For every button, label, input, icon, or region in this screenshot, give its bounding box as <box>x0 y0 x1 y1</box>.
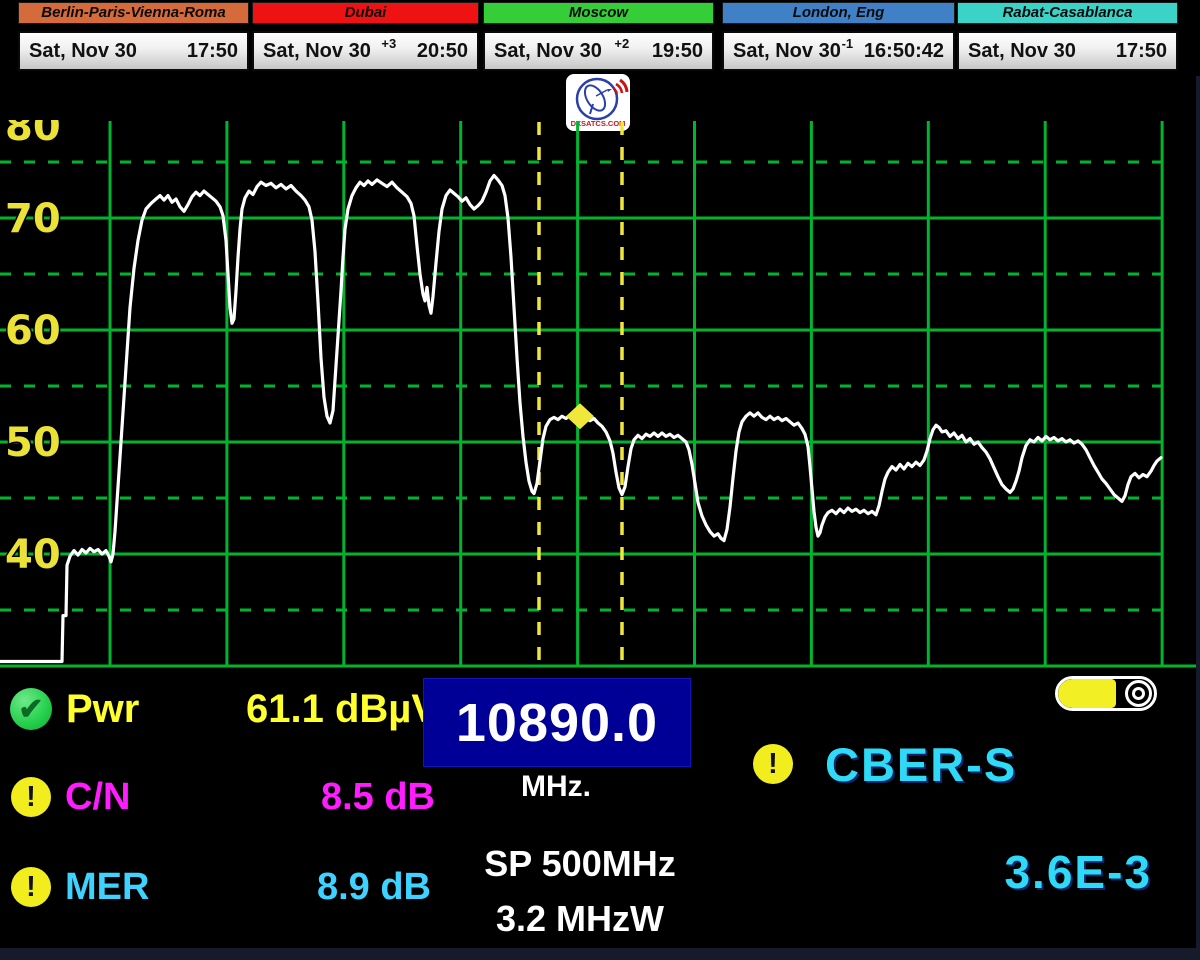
horizontal-gridlines <box>0 120 1200 666</box>
mer-label: MER <box>65 866 149 909</box>
clock-datetime: Sat, Nov 30 17:50 <box>18 31 249 71</box>
cn-row: ! C/N 8.5 dB <box>11 776 435 818</box>
satellite-meter-screen: Berlin-Paris-Vienna-Roma Sat, Nov 30 17:50… <box>0 0 1200 960</box>
pwr-row: ✔ Pwr 61.1 dBµV <box>10 686 438 732</box>
clock-1: Berlin-Paris-Vienna-Roma Sat, Nov 30 17:50 <box>18 2 249 70</box>
vertical-gridlines <box>110 121 1162 666</box>
y-axis-tick-label: 50 <box>5 420 61 466</box>
marker-diamond-icon <box>566 403 594 429</box>
clock-time: 16:50:42 <box>854 40 944 63</box>
clock-utc-offset: -1 <box>842 36 854 51</box>
cn-value: 8.5 dB <box>321 776 435 818</box>
clock-date: Sat, Nov 30 <box>29 40 137 63</box>
clock-3: Moscow Sat, Nov 30 +2 19:50 <box>483 2 714 70</box>
frequency-unit-label: MHz. <box>423 770 689 804</box>
frequency-marker-lines <box>539 122 622 666</box>
clock-4: London, Eng Sat, Nov 30-116:50:42 <box>722 2 955 70</box>
bandwidth-label: 3.2 MHzW <box>430 898 730 940</box>
clock-city-label: Dubai <box>252 2 479 24</box>
span-label: SP 500MHz <box>430 843 730 885</box>
warning-icon: ! <box>753 744 793 784</box>
pwr-label: Pwr <box>66 687 139 732</box>
y-axis-labels: 80 70 60 50 40 <box>5 120 61 578</box>
cn-label: C/N <box>65 776 130 819</box>
right-edge-strip <box>1196 76 1200 948</box>
clock-time: 17:50 <box>1106 40 1167 63</box>
check-circle-icon: ✔ <box>10 688 52 730</box>
clock-datetime: Sat, Nov 30 +2 19:50 <box>483 31 714 71</box>
clock-city-label: London, Eng <box>722 2 955 24</box>
mer-row: ! MER 8.9 dB <box>11 866 431 908</box>
clock-city-label: Berlin-Paris-Vienna-Roma <box>18 2 249 24</box>
center-frequency-display[interactable]: 10890.0 <box>423 678 691 767</box>
y-axis-tick-label: 80 <box>5 120 61 150</box>
battery-toggle[interactable] <box>1055 676 1157 711</box>
clock-date: Sat, Nov 30 <box>263 40 371 63</box>
pwr-value: 61.1 dBµV <box>246 686 438 732</box>
warning-icon: ! <box>11 867 51 907</box>
clock-time: 19:50 <box>642 40 703 63</box>
cber-label: CBER-S <box>825 737 1017 792</box>
clock-utc-offset: +3 <box>381 36 396 51</box>
battery-level-fill <box>1058 679 1116 708</box>
clock-datetime: Sat, Nov 30 +3 20:50 <box>252 31 479 71</box>
y-axis-tick-label: 40 <box>5 532 61 578</box>
clock-2: Dubai Sat, Nov 30 +3 20:50 <box>252 2 479 70</box>
clock-date: Sat, Nov 30 <box>968 40 1076 63</box>
clock-time: 20:50 <box>407 40 468 63</box>
clock-utc-offset: +2 <box>614 36 629 51</box>
spectrum-chart: 80 70 60 50 40 <box>0 120 1200 674</box>
y-axis-tick-label: 70 <box>5 196 61 242</box>
y-axis-tick-label: 60 <box>5 308 61 354</box>
cber-value: 3.6E-3 <box>930 845 1152 899</box>
cber-row: ! CBER-S <box>753 740 1083 788</box>
clock-city-label: Rabat-Casablanca <box>957 2 1178 24</box>
battery-cap-center-icon <box>1132 687 1145 700</box>
mer-value: 8.9 dB <box>317 866 431 908</box>
clock-date: Sat, Nov 30 <box>733 40 841 63</box>
clock-datetime: Sat, Nov 30 17:50 <box>957 31 1178 71</box>
warning-icon: ! <box>11 777 51 817</box>
clock-5: Rabat-Casablanca Sat, Nov 30 17:50 <box>957 2 1178 70</box>
bottom-edge-strip <box>0 948 1200 960</box>
clock-time: 17:50 <box>177 40 238 63</box>
clock-datetime: Sat, Nov 30-116:50:42 <box>722 31 955 71</box>
clock-city-label: Moscow <box>483 2 714 24</box>
clock-date: Sat, Nov 30 <box>494 40 602 63</box>
center-frequency-value: 10890.0 <box>456 692 658 754</box>
